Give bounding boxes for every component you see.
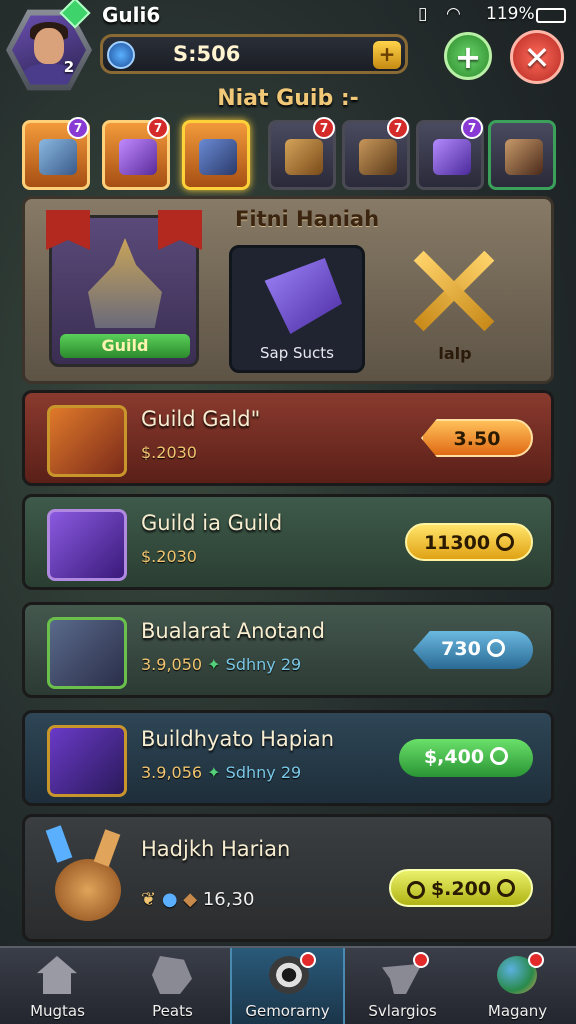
rune-crystal-icon — [264, 258, 342, 334]
chest-icon — [285, 139, 323, 175]
tab-cannon[interactable]: 7 — [22, 117, 90, 190]
home-icon — [37, 956, 77, 994]
shield-crest-icon — [45, 825, 127, 925]
shield-icon — [107, 41, 135, 69]
close-button[interactable]: ✕ — [510, 30, 564, 84]
nav-magany[interactable]: Magany — [460, 948, 575, 1024]
tab-turret[interactable] — [182, 120, 250, 190]
nav-label: Mugtas — [30, 1002, 85, 1020]
offer-row[interactable]: Guild Gald" $.2030 3.50 — [22, 390, 554, 486]
offer-subtext: $.2030 — [141, 547, 197, 566]
featured-card-label: Guild — [60, 334, 190, 358]
notification-badge — [528, 952, 544, 968]
offer-subtext: $.2030 — [141, 443, 197, 462]
coin-icon — [406, 880, 425, 899]
offer-name: Bualarat Anotand — [141, 619, 325, 643]
crystal-icon — [433, 139, 471, 175]
hammer-icon — [505, 139, 543, 175]
coin-icon — [496, 533, 515, 551]
turret-icon — [199, 139, 237, 175]
helmet-icon — [152, 956, 192, 994]
offer-name: Buildhyato Hapian — [141, 727, 335, 751]
crossed-arrows-icon — [407, 247, 503, 333]
lance-icon — [47, 617, 127, 689]
price-button[interactable]: 730 — [413, 631, 533, 669]
offer-subtext: 3.9,050 ✦ Sdhny 29 — [141, 655, 302, 674]
tab-badge: 7 — [313, 117, 335, 139]
tab-badge: 7 — [67, 117, 89, 139]
coin-icon — [497, 879, 516, 897]
tab-badge: 7 — [147, 117, 169, 139]
notification-badge — [300, 952, 316, 968]
wifi-icon: ◠ — [446, 4, 461, 24]
nav-label: Magany — [487, 1002, 548, 1020]
offer-subtext: 3.9,056 ✦ Sdhny 29 — [141, 763, 302, 782]
bottom-nav: Mugtas Peats Gemorarny Svlargios Magany — [0, 946, 576, 1024]
price-button[interactable]: 11300 — [405, 523, 533, 561]
nav-gemorarny[interactable]: Gemorarny — [230, 948, 345, 1024]
tab-chest[interactable]: 7 — [268, 117, 336, 190]
add-button[interactable]: + — [444, 32, 492, 80]
add-currency-button[interactable]: + — [373, 41, 401, 69]
currency-bar: S:506 + — [100, 34, 408, 74]
ribbon-icon — [158, 210, 202, 250]
offer-row[interactable]: Buildhyato Hapian 3.9,056 ✦ Sdhny 29 $,4… — [22, 710, 554, 806]
battery-icon — [536, 8, 566, 23]
price-button[interactable]: $.200 — [389, 869, 533, 907]
tab-badge: 7 — [387, 117, 409, 139]
staff-icon — [47, 725, 127, 797]
forge-tower-icon — [88, 238, 162, 328]
player-name: Guli6 — [102, 3, 161, 27]
featured-title: Fitni Haniah — [235, 207, 380, 231]
featured-card-lalp[interactable]: lalp — [395, 239, 515, 371]
notification-badge — [413, 952, 429, 968]
nav-label: Gemorarny — [245, 1002, 330, 1020]
featured-card-label: Sap Sucts — [260, 344, 334, 362]
nav-svlargios[interactable]: Svlargios — [345, 948, 460, 1024]
crystal-sword-icon — [47, 405, 127, 477]
drill-cannon-icon — [47, 509, 127, 581]
catapult-icon — [359, 139, 397, 175]
offer-row[interactable]: Bualarat Anotand 3.9,050 ✦ Sdhny 29 730 — [22, 602, 554, 698]
category-tabs: 7 7 7 7 7 — [22, 117, 556, 192]
offer-name: Guild Gald" — [141, 407, 261, 431]
drill-icon — [119, 139, 157, 175]
tab-badge: 7 — [461, 117, 483, 139]
vibrate-icon: ▯ — [418, 4, 428, 24]
nav-mugtas[interactable]: Mugtas — [0, 948, 115, 1024]
horn-icon: ❦ — [141, 889, 157, 910]
coin-icon — [490, 747, 509, 765]
coin-icon — [486, 639, 505, 657]
featured-card-label: lalp — [438, 344, 472, 363]
ribbon-icon — [46, 210, 90, 250]
offer-name: Guild ia Guild — [141, 511, 283, 535]
nav-peats[interactable]: Peats — [115, 948, 230, 1024]
price-button[interactable]: $,400 — [399, 739, 533, 777]
tab-crystal[interactable]: 7 — [416, 117, 484, 190]
section-title: Niat Guib :- — [217, 86, 359, 111]
price-button[interactable]: 3.50 — [421, 419, 533, 457]
tab-drill[interactable]: 7 — [102, 117, 170, 190]
battery-percent: 119% — [486, 4, 535, 24]
nav-label: Peats — [152, 1002, 193, 1020]
offer-row[interactable]: Hadjkh Harian ❦ ● ◆ 16,30 $.200 — [22, 814, 554, 942]
currency-value: S:506 — [173, 42, 241, 66]
featured-panel: Fitni Haniah Guild Sap Sucts lalp — [22, 196, 554, 384]
nav-label: Svlargios — [368, 1002, 437, 1020]
tab-hammer[interactable] — [488, 120, 556, 190]
orb-icon: ● — [161, 889, 178, 910]
crate-icon: ◆ — [183, 889, 198, 910]
tab-catapult[interactable]: 7 — [342, 117, 410, 190]
featured-card-sap[interactable]: Sap Sucts — [229, 245, 365, 373]
offer-row[interactable]: Guild ia Guild $.2030 11300 — [22, 494, 554, 590]
offer-name: Hadjkh Harian — [141, 837, 291, 861]
featured-card-guild[interactable]: Guild — [46, 210, 202, 367]
player-level: 2 — [63, 58, 75, 76]
offer-subtext: ❦ ● ◆ 16,30 — [141, 889, 255, 910]
cannon-icon — [39, 139, 77, 175]
